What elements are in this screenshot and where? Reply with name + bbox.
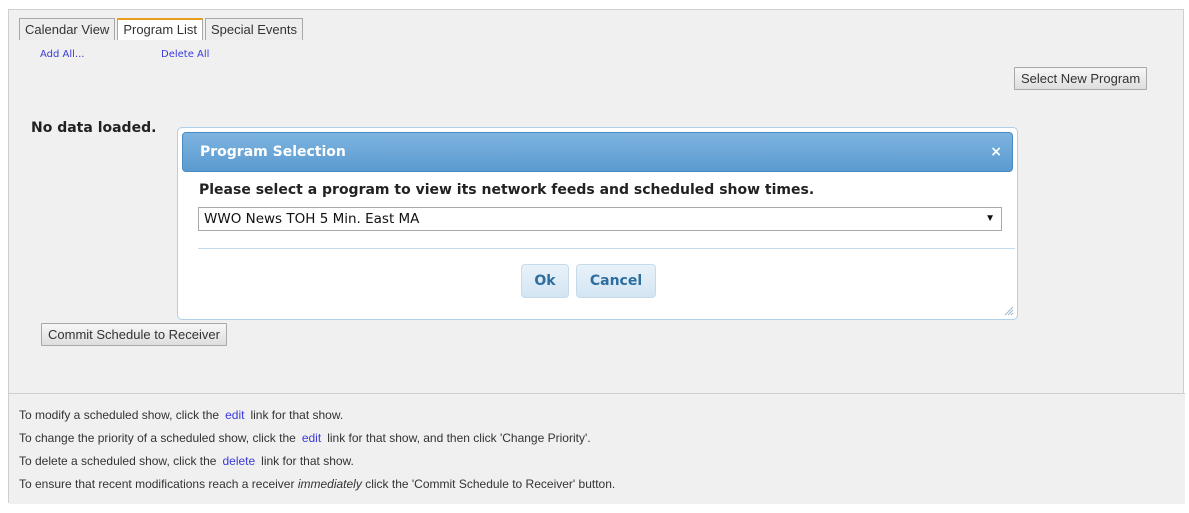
close-icon[interactable]: × bbox=[990, 144, 1002, 160]
dialog-title-bar[interactable]: Program Selection × bbox=[182, 132, 1013, 172]
tab-program-list[interactable]: Program List bbox=[117, 18, 204, 40]
tab-bar: Calendar View Program List Special Event… bbox=[19, 18, 305, 40]
delete-all-link[interactable]: Delete All bbox=[161, 49, 209, 60]
ok-button[interactable]: Ok bbox=[521, 264, 569, 298]
help-line-priority: To change the priority of a scheduled sh… bbox=[19, 431, 591, 445]
help-text: To ensure that recent modifications reac… bbox=[19, 477, 295, 491]
help-line-delete: To delete a scheduled show, click the del… bbox=[19, 454, 354, 468]
edit-link[interactable]: edit bbox=[219, 408, 250, 422]
resize-grip-icon[interactable] bbox=[1002, 304, 1014, 316]
help-text: To delete a scheduled show, click the bbox=[19, 454, 217, 468]
program-select[interactable]: WWO News TOH 5 Min. East MA ▼ bbox=[198, 207, 1002, 231]
cancel-button[interactable]: Cancel bbox=[576, 264, 656, 298]
program-selection-dialog: Program Selection × Please select a prog… bbox=[177, 127, 1018, 320]
help-text: To change the priority of a scheduled sh… bbox=[19, 431, 296, 445]
help-text: link for that show. bbox=[261, 454, 354, 468]
no-data-message: No data loaded. bbox=[31, 120, 157, 136]
tab-special-events[interactable]: Special Events bbox=[205, 18, 304, 40]
help-text: link for that show. bbox=[250, 408, 344, 422]
delete-link[interactable]: delete bbox=[216, 454, 261, 468]
help-text: click the 'Commit Schedule to Receiver' … bbox=[365, 477, 616, 491]
edit-link[interactable]: edit bbox=[296, 431, 327, 445]
help-text: To modify a scheduled show, click the bbox=[19, 408, 220, 422]
help-line-modify: To modify a scheduled show, click the edi… bbox=[19, 408, 343, 422]
help-text-area: To modify a scheduled show, click the edi… bbox=[9, 393, 1185, 504]
tab-calendar-view[interactable]: Calendar View bbox=[19, 18, 116, 40]
help-emphasis: immediately bbox=[297, 477, 362, 491]
dialog-title: Program Selection bbox=[200, 144, 346, 160]
dropdown-arrow-icon: ▼ bbox=[985, 213, 995, 224]
commit-schedule-button[interactable]: Commit Schedule to Receiver bbox=[41, 323, 227, 346]
add-all-link[interactable]: Add All... bbox=[40, 49, 84, 60]
help-line-commit: To ensure that recent modifications reac… bbox=[19, 477, 615, 491]
dialog-prompt: Please select a program to view its netw… bbox=[199, 182, 815, 198]
select-new-program-button[interactable]: Select New Program bbox=[1014, 67, 1148, 90]
dialog-divider bbox=[198, 248, 1015, 249]
program-select-value: WWO News TOH 5 Min. East MA bbox=[204, 211, 420, 227]
help-text: link for that show, and then click 'Chan… bbox=[327, 431, 591, 445]
